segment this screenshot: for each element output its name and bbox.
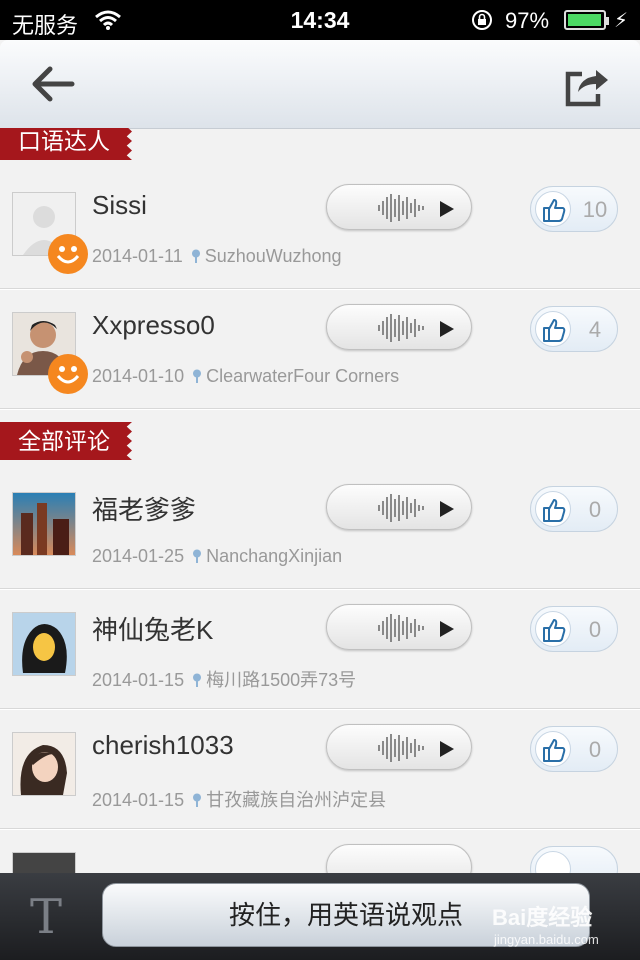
location-pin-icon [193, 793, 202, 807]
status-bar: 无服务 14:34 97% ⚡ [0, 0, 640, 40]
battery-percent: 97% [505, 8, 550, 33]
thumbs-up-icon [543, 499, 566, 522]
watermark-logo: Bai度经验 [492, 905, 593, 930]
like-count: 0 [588, 737, 602, 762]
play-icon [440, 321, 454, 337]
like-button[interactable]: 0 [530, 486, 618, 532]
like-button[interactable]: 0 [530, 726, 618, 772]
comment-row[interactable] [0, 828, 640, 873]
play-voice-button[interactable] [326, 604, 472, 650]
smile-badge-icon [48, 234, 88, 274]
like-button[interactable]: 10 [530, 186, 618, 232]
waveform-icon [378, 614, 424, 642]
comment-location: 梅川路1500弄73号 [206, 670, 357, 690]
username[interactable]: cherish1033 [92, 730, 234, 761]
comment-meta: 2014-01-15 甘孜藏族自治州泸定县 [92, 786, 386, 812]
comment-row[interactable]: 福老爹爹 2014-01-25 NanchangXinjian 0 [0, 468, 640, 589]
back-button[interactable] [26, 58, 80, 110]
avatar[interactable] [12, 492, 76, 556]
text-mode-button[interactable]: T [30, 889, 62, 945]
hold-to-talk-label: 按住，用英语说观点 [228, 900, 463, 930]
like-button[interactable]: 4 [530, 306, 618, 352]
comment-location: ClearwaterFour Corners [206, 366, 400, 386]
battery-icon [564, 10, 609, 30]
comment-location: 甘孜藏族自治州泸定县 [206, 790, 387, 810]
waveform-icon [378, 494, 424, 522]
location-pin-icon [193, 549, 202, 563]
section-header-all-comments: 全部评论 [0, 422, 132, 460]
charging-bolt-icon: ⚡ [614, 10, 629, 32]
comment-list[interactable]: 口语达人 Sissi 2014-01-11 SuzhouWuzhong 10 Xx… [0, 128, 640, 873]
comment-meta: 2014-01-11 SuzhouWuzhong [92, 246, 342, 267]
avatar[interactable] [12, 852, 76, 873]
comment-meta: 2014-01-15 梅川路1500弄73号 [92, 666, 356, 692]
play-voice-button[interactable] [326, 724, 472, 770]
play-icon [440, 501, 454, 517]
play-voice-button[interactable] [326, 484, 472, 530]
play-icon [440, 201, 454, 217]
share-icon [565, 70, 608, 107]
comment-date: 2014-01-10 [92, 366, 185, 386]
section-header-top-speakers: 口语达人 [0, 128, 132, 160]
like-count: 0 [588, 497, 602, 522]
location-pin-icon [193, 369, 202, 383]
play-icon [440, 741, 454, 757]
play-voice-button[interactable] [326, 184, 472, 230]
comment-date: 2014-01-11 [92, 246, 183, 266]
play-voice-button[interactable] [326, 844, 472, 873]
watermark-url: jingyan.baidu.com [494, 932, 599, 947]
avatar[interactable] [12, 732, 76, 796]
orientation-lock-icon [470, 8, 494, 38]
play-icon [440, 621, 454, 637]
thumbs-up-icon [543, 319, 566, 342]
share-button[interactable] [560, 58, 614, 110]
username[interactable]: 福老爹爹 [92, 490, 196, 527]
section-title: 全部评论 [18, 428, 110, 454]
username[interactable]: 神仙兔老K [92, 610, 213, 647]
location-pin-icon [193, 673, 202, 687]
waveform-icon [378, 314, 424, 342]
comment-meta: 2014-01-10 ClearwaterFour Corners [92, 366, 399, 387]
comment-row[interactable]: Sissi 2014-01-11 SuzhouWuzhong 10 [0, 168, 640, 289]
smile-badge-icon [48, 354, 88, 394]
comment-date: 2014-01-25 [92, 546, 185, 566]
battery-fill [568, 14, 601, 26]
like-count: 10 [582, 197, 608, 222]
avatar[interactable] [12, 612, 76, 676]
waveform-icon [378, 734, 424, 762]
arrow-left-icon [32, 66, 75, 102]
comment-meta: 2014-01-25 NanchangXinjian [92, 546, 342, 567]
comment-location: SuzhouWuzhong [204, 246, 342, 266]
like-count: 0 [588, 617, 602, 642]
section-title: 口语达人 [18, 128, 110, 154]
like-count: 4 [588, 317, 602, 342]
location-pin-icon [191, 249, 200, 263]
like-button[interactable] [530, 846, 618, 873]
play-voice-button[interactable] [326, 304, 472, 350]
comment-location: NanchangXinjian [206, 546, 343, 566]
username[interactable]: Sissi [92, 190, 147, 221]
comment-row[interactable]: Xxpresso0 2014-01-10 ClearwaterFour Corne… [0, 288, 640, 409]
username[interactable]: Xxpresso0 [92, 310, 215, 341]
like-button[interactable]: 0 [530, 606, 618, 652]
waveform-icon [378, 194, 424, 222]
comment-date: 2014-01-15 [92, 670, 185, 690]
thumbs-up-icon [543, 739, 566, 762]
thumbs-up-icon [543, 619, 566, 642]
comment-date: 2014-01-15 [92, 790, 185, 810]
nav-bar [0, 40, 640, 129]
thumbs-up-icon [543, 199, 566, 222]
comment-row[interactable]: cherish1033 2014-01-15 甘孜藏族自治州泸定县 0 [0, 708, 640, 829]
comment-row[interactable]: 神仙兔老K 2014-01-15 梅川路1500弄73号 0 [0, 588, 640, 709]
